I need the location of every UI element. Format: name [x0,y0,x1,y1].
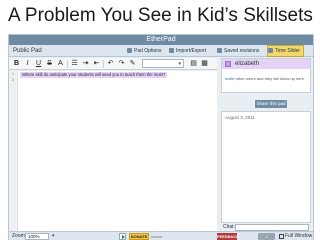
user-name[interactable]: elizabeth [235,59,259,69]
options-icon [127,48,132,53]
toolbar-divider [67,60,68,68]
pad-options-button[interactable]: Pad Options [127,46,162,56]
undo-icon[interactable]: ↶ [106,59,115,68]
pad-text-line[interactable]: Where skill do anticipate your students … [20,72,168,78]
clock-icon [268,48,273,53]
toolbar-divider [103,60,104,68]
font-size-icon[interactable]: A [56,59,65,68]
import-export-button[interactable]: Import/Export [169,46,206,56]
outdent-icon[interactable]: ⇤ [92,59,101,68]
saved-revisions-label: Saved revisions [224,48,260,54]
slide-title: A Problem You See in Kid’s Skillsets [8,5,313,26]
chat-date: August 3, 2011 [225,115,255,120]
chat-panel: August 3, 2011 [221,111,311,223]
line-number: 2 [11,77,15,82]
feedback-button[interactable]: FEEDBACK [217,233,239,240]
invite-link[interactable]: Invite [225,76,235,81]
save-icon [217,48,222,53]
saved-revisions-button[interactable]: Saved revisions [217,46,259,56]
chevron-down-icon[interactable]: ▾ [52,232,55,240]
settings-icon[interactable]: ▦ [200,59,209,68]
etherpad-window: EtherPad Public Pad Pad Options Import/E… [8,34,314,240]
user-row[interactable]: elizabeth [222,59,310,69]
import-export-label: Import/Export [176,48,207,54]
indent-icon[interactable]: ⇥ [81,59,90,68]
user-color-swatch[interactable] [225,61,231,67]
expand-icon [279,234,284,239]
nav-bar: Public Pad Pad Options Import/Export Sav… [9,45,313,57]
chat-input-row: Chat: [221,223,311,231]
sidebar-toggle-button[interactable]: » [258,233,275,240]
strikethrough-button[interactable]: S [45,59,54,68]
chat-label: Chat: [223,224,235,230]
format-toolbar: B I U S A ☰ ⇥ ⇤ ↶ ↷ ✎ ▾ ▤ ▦ [9,58,217,70]
sidebar: elizabeth Invite other users and they wi… [219,58,313,231]
play-icon[interactable] [119,233,126,240]
import-export-icon [169,48,174,53]
underline-button[interactable]: U [34,59,43,68]
time-slider-button[interactable]: Time Slider [267,45,305,57]
invite-text: Invite other users and they will show up… [225,76,311,81]
user-list-panel: elizabeth Invite other users and they wi… [221,58,311,93]
bold-button[interactable]: B [12,59,21,68]
payment-cards-icon: ▭▭▭ [151,234,163,239]
share-pad-button[interactable]: Share this pad [255,100,287,108]
insert-icon[interactable]: ▤ [189,59,198,68]
pad-type-label: Public Pad [13,48,42,54]
full-window-label: Full Window [285,233,313,239]
full-window-button[interactable]: Full Window [279,232,312,240]
brand-bar: EtherPad [9,35,313,45]
pad-options-label: Pad Options [134,48,162,54]
invite-rest: other users and they will show up here. [234,76,306,81]
chat-input[interactable] [235,224,309,231]
donate-button[interactable]: DONATE [129,233,149,240]
zoom-select[interactable]: 100% [25,233,49,240]
bulleted-list-icon[interactable]: ☰ [70,59,79,68]
pad-editor[interactable]: 1 2 Where skill do anticipate your stude… [9,71,217,231]
time-slider-label: Time Slider [275,48,301,54]
italic-button[interactable]: I [23,59,32,68]
line-number-gutter: 1 2 [9,71,18,231]
redo-icon[interactable]: ↷ [117,59,126,68]
style-select[interactable]: ▾ [142,59,184,68]
bottom-bar: Zoom: 100% ▾ DONATE ▭▭▭ FEEDBACK » Full … [9,231,313,240]
clear-authorship-icon[interactable]: ✎ [128,59,137,68]
